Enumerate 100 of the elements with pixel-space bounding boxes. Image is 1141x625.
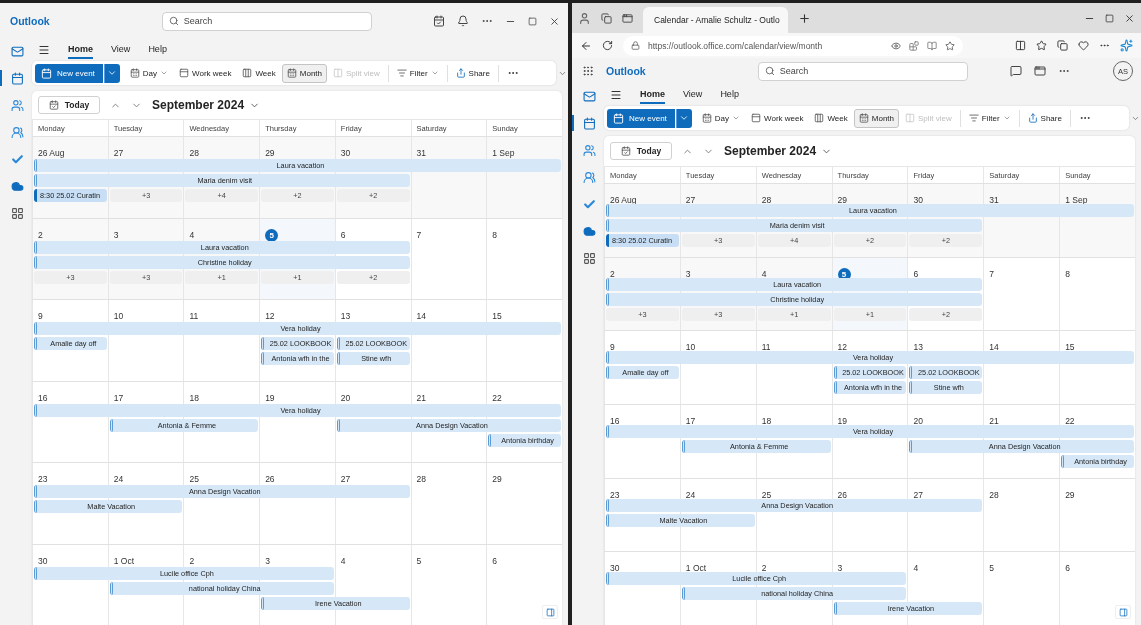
back-icon[interactable] [580,39,592,52]
menu-icon[interactable] [38,44,50,56]
search-field[interactable]: Search [757,61,968,81]
read-aloud-icon[interactable] [927,40,937,51]
people-icon [582,143,596,157]
browser-tab[interactable]: Calendar - Amalie Schultz - Outlo [643,7,788,33]
split-screen-icon[interactable] [1015,40,1026,51]
date-label: 8 [492,229,497,240]
date-label: 2 [38,229,43,240]
month-view-button[interactable]: Month [853,108,899,128]
month-picker[interactable]: September 2024 [724,144,833,158]
date-label: 13 [340,311,351,321]
close-icon[interactable] [1124,12,1135,24]
date-label: 9 [610,342,615,353]
date-label: 6 [340,229,346,240]
date-label: 17 [113,392,124,403]
eye-icon[interactable] [891,40,901,51]
filter-button[interactable]: Filter [391,63,444,83]
calendar-icon [10,71,24,85]
date-label: 27 [340,474,351,484]
ribbon-tab[interactable]: View [683,86,703,104]
date-label: 26 [265,474,275,484]
month-picker[interactable]: September 2024 [152,98,261,112]
today-button[interactable]: Today [610,142,672,160]
heart-icon[interactable] [1078,40,1089,51]
app-launcher-icon[interactable] [582,65,594,77]
date-label: 26 Aug [610,195,637,205]
ribbon-tab[interactable]: View [111,41,131,59]
work-week-icon [179,68,190,78]
day-view-button[interactable]: Day [124,63,174,83]
ribbon-tab[interactable]: Help [148,41,167,59]
favorites-icon[interactable] [1036,40,1047,51]
day-icon [129,68,140,78]
calendar-icon [582,116,596,130]
tab-actions-icon[interactable] [622,12,633,24]
maximize-icon[interactable] [528,16,537,26]
ribbon-tab[interactable]: Help [720,86,739,104]
star-icon[interactable] [945,40,955,51]
menu-icon[interactable] [610,89,622,101]
date-label: 22 [1065,416,1075,426]
week-view-button[interactable]: Week [237,63,281,83]
date-label: 4 [340,555,346,566]
date-label: 30 [610,563,620,574]
today-date: 5 [265,228,279,242]
today-button[interactable]: Today [38,96,100,114]
day-view-button[interactable]: Day [696,108,746,128]
week-view-button[interactable]: Week [809,108,853,128]
new-event-dropdown[interactable] [103,63,120,83]
date-label: 9 [38,311,43,321]
workweek-view-button[interactable]: Work week [174,63,237,83]
ribbon-tab[interactable]: Home [640,86,665,104]
new-event-button[interactable]: New event [35,63,103,83]
bell-icon[interactable] [457,15,469,27]
calendar-icon [620,146,631,156]
workweek-view-button[interactable]: Work week [746,108,809,128]
filter-button[interactable]: Filter [963,108,1016,128]
date-label: 23 [38,474,48,484]
panel-icon [1118,607,1128,617]
date-label: 10 [685,342,696,353]
maximize-icon[interactable] [1105,13,1114,23]
month-view-button[interactable]: Month [281,63,327,83]
calendar-icon[interactable] [433,15,445,27]
share-button[interactable]: Share [450,63,495,83]
date-label: 6 [913,268,919,279]
chevron-down-icon [160,69,169,77]
profile-icon[interactable] [578,11,591,25]
collections-icon[interactable] [1057,40,1068,51]
cloud-icon [10,179,24,193]
workspaces-icon[interactable] [601,12,612,24]
expand-button[interactable] [542,605,558,619]
new-tab-icon[interactable] [798,11,811,25]
copilot-icon[interactable] [1120,39,1133,52]
date-label: 14 [416,311,427,321]
group-icon [10,125,24,139]
mail-icon [10,44,24,58]
date-label: 20 [340,392,351,403]
date-label: 4 [913,563,919,574]
new-event-button[interactable]: New event [607,108,675,128]
expand-button[interactable] [1115,605,1131,619]
date-label: 24 [685,489,696,500]
search-field[interactable]: Search [161,11,372,31]
date-label: 30 [38,555,48,566]
app-title: Outlook [10,15,50,27]
date-label: 29 [492,474,502,484]
app-icon[interactable] [1034,65,1047,77]
new-event-dropdown[interactable] [675,108,692,128]
date-label: 30 [340,148,351,158]
date-label: 28 [189,148,199,158]
date-label: 12 [837,342,848,353]
date-label: 25 [761,489,772,500]
apps-icon[interactable] [909,40,919,51]
share-button[interactable]: Share [1022,108,1067,128]
date-label: 2 [189,555,195,566]
date-label: 7 [416,229,422,240]
close-icon[interactable] [549,15,560,27]
ribbon-tab[interactable]: Home [68,41,93,59]
refresh-icon[interactable] [602,40,613,51]
app-title: Outlook [606,65,646,77]
address-bar[interactable]: https://outlook.office.com/calendar/view/month [623,35,963,56]
chat-icon[interactable] [1010,65,1023,77]
